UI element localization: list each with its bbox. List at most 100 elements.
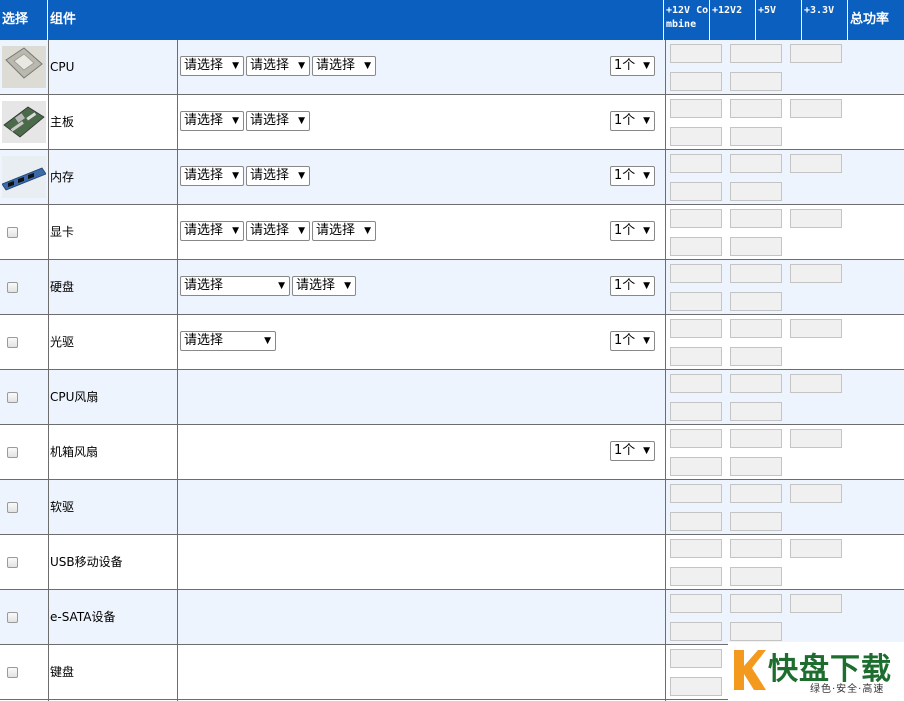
power-value-field[interactable] — [670, 72, 722, 91]
model-select[interactable]: 请选择 ▼ — [246, 56, 310, 76]
quantity-value: 1个 — [614, 168, 636, 183]
power-value-field[interactable] — [670, 484, 722, 503]
model-select[interactable]: 请选择 ▼ — [180, 331, 276, 351]
power-value-field[interactable] — [730, 209, 782, 228]
quantity-select[interactable]: 1个 ▼ — [610, 166, 655, 186]
power-value-field[interactable] — [730, 594, 782, 613]
power-value-field[interactable] — [730, 539, 782, 558]
select-checkbox[interactable] — [7, 392, 18, 403]
power-value-field[interactable] — [670, 264, 722, 283]
power-value-field[interactable] — [730, 127, 782, 146]
power-value-field[interactable] — [730, 292, 782, 311]
power-value-field[interactable] — [790, 99, 842, 118]
power-value-field[interactable] — [790, 44, 842, 63]
power-value-field[interactable] — [730, 182, 782, 201]
power-value-field[interactable] — [730, 44, 782, 63]
model-select[interactable]: 请选择 ▼ — [180, 221, 244, 241]
select-checkbox[interactable] — [7, 557, 18, 568]
power-value-field[interactable] — [670, 512, 722, 531]
select-checkbox[interactable] — [7, 227, 18, 238]
power-value-field[interactable] — [730, 622, 782, 641]
select-checkbox[interactable] — [7, 667, 18, 678]
power-value-field[interactable] — [730, 374, 782, 393]
select-checkbox[interactable] — [7, 337, 18, 348]
power-value-field[interactable] — [670, 319, 722, 338]
power-value-field[interactable] — [790, 539, 842, 558]
model-select[interactable]: 请选择 ▼ — [312, 56, 376, 76]
power-value-field[interactable] — [730, 512, 782, 531]
power-value-field[interactable] — [730, 457, 782, 476]
power-value-field[interactable] — [730, 484, 782, 503]
cpu-chip-icon[interactable] — [2, 46, 46, 88]
quantity-select[interactable]: 1个 ▼ — [610, 441, 655, 461]
power-value-field[interactable] — [790, 429, 842, 448]
power-value-field[interactable] — [730, 347, 782, 366]
select-checkbox[interactable] — [7, 612, 18, 623]
quantity-select[interactable]: 1个 ▼ — [610, 111, 655, 131]
power-value-field[interactable] — [670, 677, 722, 696]
component-name: 硬盘 — [50, 280, 75, 294]
model-select[interactable]: 请选择 ▼ — [292, 276, 356, 296]
select-checkbox[interactable] — [7, 447, 18, 458]
power-value-field[interactable] — [670, 209, 722, 228]
quantity-select[interactable]: 1个 ▼ — [610, 331, 655, 351]
power-value-field[interactable] — [670, 429, 722, 448]
power-value-field[interactable] — [730, 429, 782, 448]
model-select-value: 请选择 — [184, 223, 224, 238]
power-value-field[interactable] — [790, 264, 842, 283]
power-value-field[interactable] — [730, 567, 782, 586]
model-select[interactable]: 请选择 ▼ — [246, 166, 310, 186]
model-select[interactable]: 请选择 ▼ — [246, 221, 310, 241]
power-value-field[interactable] — [670, 457, 722, 476]
power-value-field[interactable] — [670, 182, 722, 201]
select-checkbox[interactable] — [7, 502, 18, 513]
power-value-field[interactable] — [790, 209, 842, 228]
power-value-field[interactable] — [790, 319, 842, 338]
quantity-select[interactable]: 1个 ▼ — [610, 221, 655, 241]
power-value-field[interactable] — [790, 484, 842, 503]
model-select[interactable]: 请选择 ▼ — [180, 166, 244, 186]
power-value-field[interactable] — [670, 594, 722, 613]
quantity-select[interactable]: 1个 ▼ — [610, 56, 655, 76]
model-select[interactable]: 请选择 ▼ — [246, 111, 310, 131]
power-value-field[interactable] — [670, 154, 722, 173]
power-value-field[interactable] — [730, 319, 782, 338]
power-value-field[interactable] — [730, 99, 782, 118]
component-options — [178, 645, 664, 699]
table-row: 机箱风扇 1个 ▼ — [0, 425, 904, 480]
power-value-field[interactable] — [730, 154, 782, 173]
power-value-field[interactable] — [670, 347, 722, 366]
model-select-value: 请选择 — [184, 113, 224, 128]
table-row: CPU 请选择 ▼ 请选择 ▼ 请选择 ▼ 1个 ▼ — [0, 40, 904, 95]
select-checkbox[interactable] — [7, 282, 18, 293]
power-value-field[interactable] — [730, 264, 782, 283]
motherboard-icon[interactable] — [2, 101, 46, 143]
power-value-field[interactable] — [670, 539, 722, 558]
power-value-field[interactable] — [670, 99, 722, 118]
power-value-field[interactable] — [670, 127, 722, 146]
power-value-field[interactable] — [730, 237, 782, 256]
power-value-field[interactable] — [670, 292, 722, 311]
power-value-field[interactable] — [790, 154, 842, 173]
power-value-field[interactable] — [670, 44, 722, 63]
model-select[interactable]: 请选择 ▼ — [312, 221, 376, 241]
power-value-field[interactable] — [730, 402, 782, 421]
power-value-field[interactable] — [670, 622, 722, 641]
divider — [48, 40, 49, 701]
power-value-field[interactable] — [790, 594, 842, 613]
power-value-field[interactable] — [670, 374, 722, 393]
quantity-select[interactable]: 1个 ▼ — [610, 276, 655, 296]
component-name: USB移动设备 — [50, 555, 123, 569]
power-value-field[interactable] — [670, 649, 722, 668]
power-value-field[interactable] — [730, 72, 782, 91]
model-select[interactable]: 请选择 ▼ — [180, 111, 244, 131]
power-value-field[interactable] — [670, 237, 722, 256]
memory-module-icon[interactable] — [1, 156, 47, 198]
power-value-field[interactable] — [670, 567, 722, 586]
table-row: 内存 请选择 ▼ 请选择 ▼ 1个 ▼ — [0, 150, 904, 205]
quantity-value: 1个 — [614, 278, 636, 293]
power-value-field[interactable] — [790, 374, 842, 393]
model-select[interactable]: 请选择 ▼ — [180, 276, 290, 296]
power-value-field[interactable] — [670, 402, 722, 421]
model-select[interactable]: 请选择 ▼ — [180, 56, 244, 76]
